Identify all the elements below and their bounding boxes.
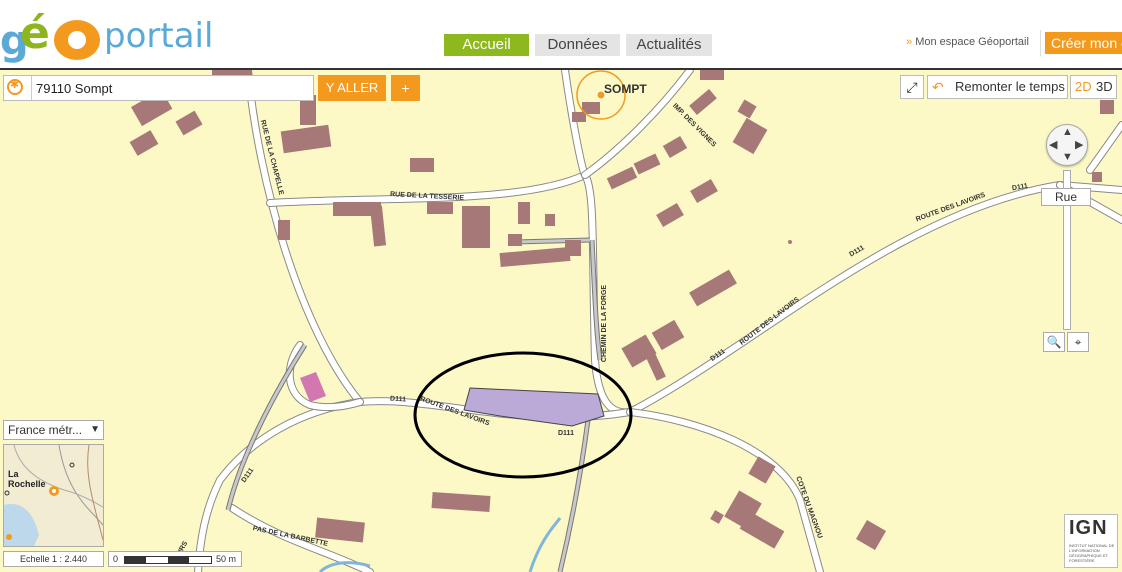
tab-actualites[interactable]: Actualités xyxy=(626,34,712,56)
ign-logo-text: IGN xyxy=(1069,517,1108,539)
projection-value: France métr... xyxy=(8,423,83,437)
scale-ratio: Echelle 1 : 2.440 xyxy=(3,551,104,567)
view-mode-toggle[interactable]: 2D 3D xyxy=(1070,75,1117,99)
overview-map-canvas xyxy=(4,445,103,546)
overview-label-la: La xyxy=(8,469,19,479)
ign-logo-subtitle: INSTITUT NATIONAL DE L'INFORMATION GÉOGR… xyxy=(1069,543,1115,563)
search-box[interactable] xyxy=(3,75,314,101)
pan-down-icon[interactable]: ▼ xyxy=(1062,151,1073,163)
center-map-icon[interactable]: ⌖ xyxy=(1067,332,1089,352)
chevron-down-icon: ▼ xyxy=(90,424,100,435)
go-button[interactable]: Y ALLER xyxy=(318,75,386,101)
header-divider xyxy=(1040,30,1041,56)
pan-control[interactable]: ▲ ▼ ◀ ▶ xyxy=(1046,124,1088,166)
map-canvas: .rd { fill:none; stroke:#8a8a8a; stroke-… xyxy=(129,70,1122,572)
undo-arrow-icon: ↶ xyxy=(932,79,944,95)
create-account-button[interactable]: Créer mon e xyxy=(1045,32,1122,54)
time-travel-button[interactable]: ↶ Remonter le temps xyxy=(927,75,1068,99)
selected-parcel xyxy=(463,387,605,427)
tab-accueil[interactable]: Accueil xyxy=(444,34,529,56)
time-travel-label: Remonter le temps xyxy=(955,79,1065,94)
mode-3d-button[interactable]: 3D xyxy=(1096,76,1113,98)
scale-zero: 0 xyxy=(113,554,119,564)
geoportail-logo[interactable]: g é portail xyxy=(0,6,220,64)
my-space-link[interactable]: » Mon espace Géoportail xyxy=(906,36,1029,48)
my-space-label: Mon espace Géoportail xyxy=(915,36,1029,48)
pan-up-icon[interactable]: ▲ xyxy=(1062,126,1073,138)
locate-icon[interactable] xyxy=(7,78,23,95)
logo-letter-e: é xyxy=(20,8,50,59)
mode-2d-button[interactable]: 2D xyxy=(1075,76,1092,98)
more-options-button[interactable]: + xyxy=(391,75,420,101)
zoom-box-icon[interactable]: 🔍 xyxy=(1043,332,1065,352)
scale-graphic xyxy=(124,556,212,564)
search-input[interactable] xyxy=(36,78,306,98)
app-header: g é portail Accueil Données Actualités »… xyxy=(0,0,1122,70)
ign-logo[interactable]: IGN INSTITUT NATIONAL DE L'INFORMATION G… xyxy=(1064,514,1118,568)
projection-select[interactable]: France métr... ▼ xyxy=(3,420,104,440)
scale-bar: 0 50 m xyxy=(108,551,242,567)
logo-portail-text: portail xyxy=(104,16,214,56)
logo-o-mark xyxy=(54,20,100,60)
pan-right-icon[interactable]: ▶ xyxy=(1075,138,1083,151)
zoom-level-street[interactable]: Rue xyxy=(1041,188,1091,206)
town-marker-dot xyxy=(596,90,606,100)
chevron-right-icon: » xyxy=(906,36,913,48)
pan-left-icon[interactable]: ◀ xyxy=(1049,138,1057,151)
roads xyxy=(194,70,1122,572)
fullscreen-icon: ⤢ xyxy=(906,79,918,95)
search-divider xyxy=(31,76,32,100)
fullscreen-button[interactable]: ⤢ xyxy=(900,75,924,99)
scale-distance: 50 m xyxy=(216,554,237,564)
map-view[interactable]: .rd { fill:none; stroke:#8a8a8a; stroke-… xyxy=(0,70,1122,572)
tab-donnees[interactable]: Données xyxy=(535,34,620,56)
overview-label-rochelle: Rochelle xyxy=(8,479,46,489)
overview-map[interactable]: La Rochelle xyxy=(3,444,104,547)
